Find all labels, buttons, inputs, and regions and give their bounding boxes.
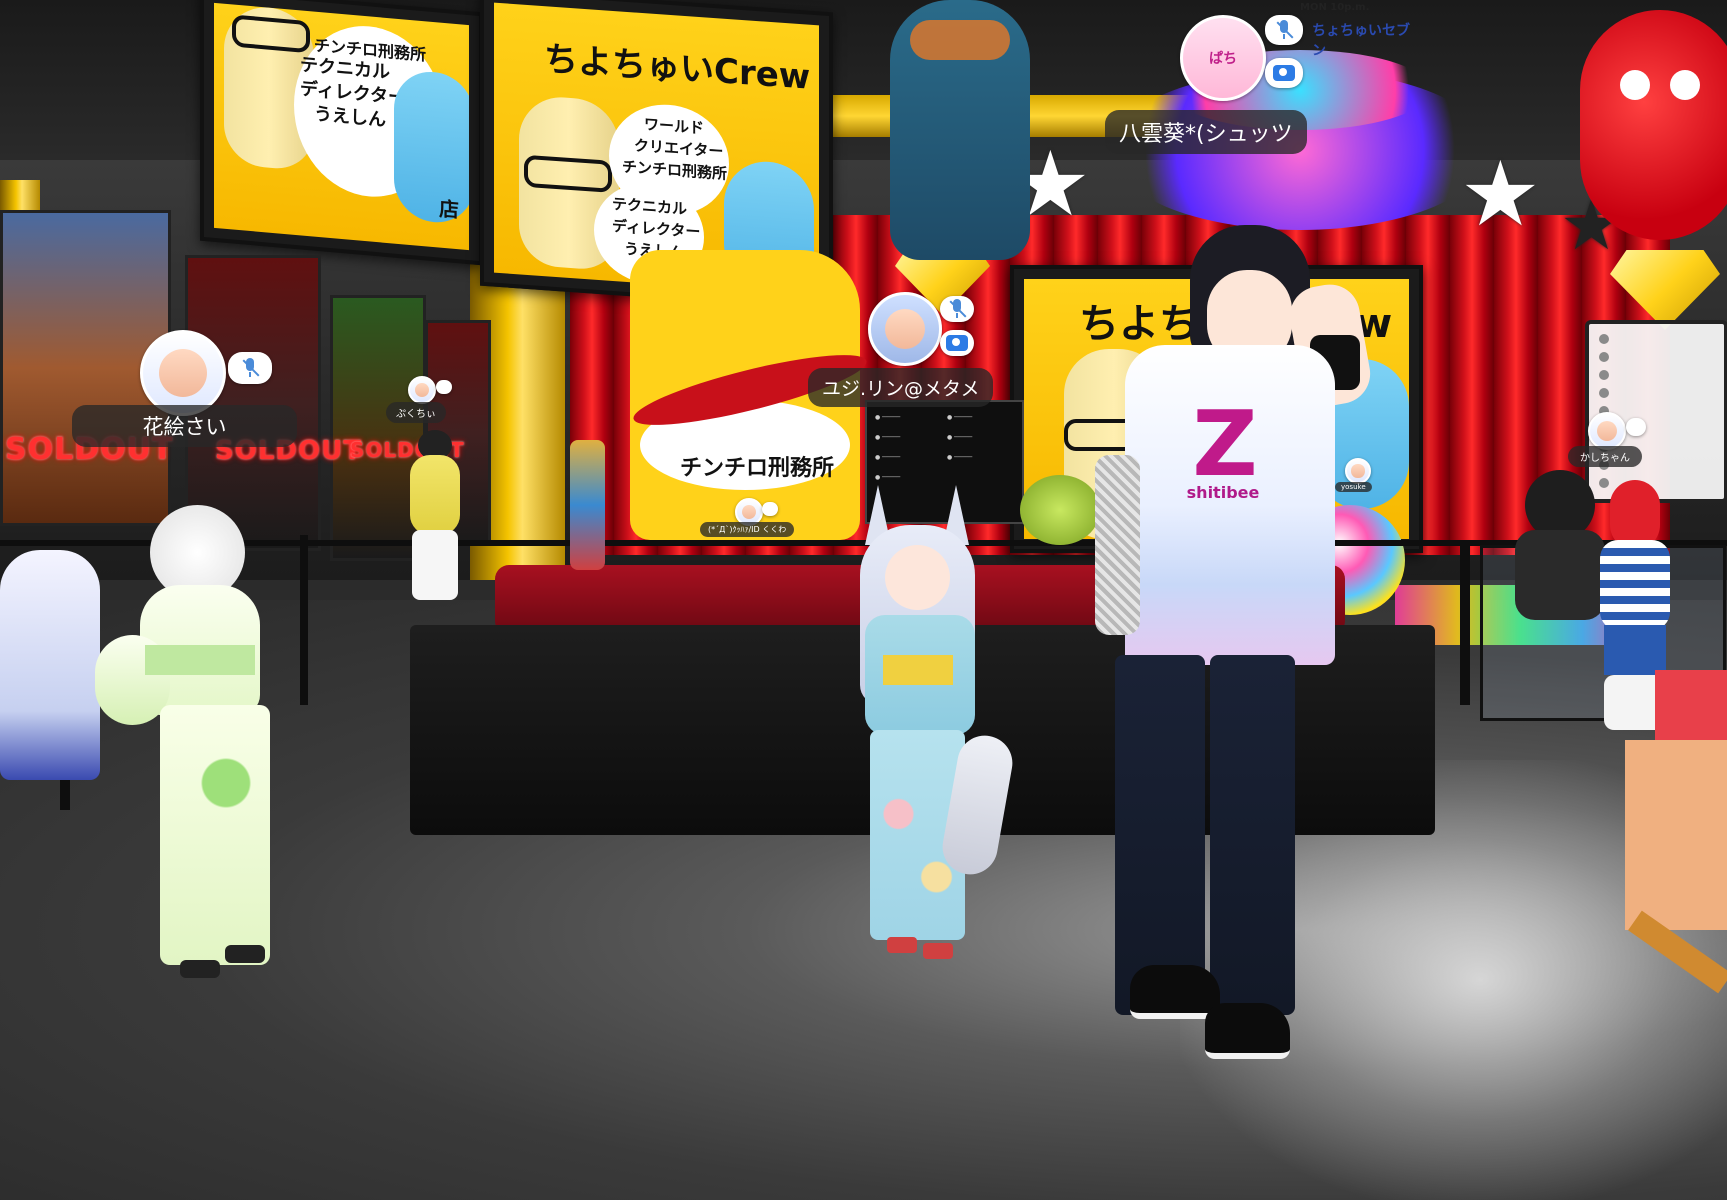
mic-muted-icon[interactable] [1265,15,1303,45]
nametag-pukuchii[interactable]: ぷくちぃ [386,402,446,423]
player-avatar-icon[interactable]: ぱち [1180,15,1266,101]
player-avatar-icon[interactable] [1345,458,1371,484]
avatar-initial: ぱち [1209,51,1237,67]
nametag-kuwa[interactable]: (*´Д`)ｸｯﾊｧ/ID くくわ [700,522,795,537]
sign-title: ちよちゅいCrew [544,39,811,98]
player-avatar-icon[interactable] [1588,412,1626,450]
mic-muted-icon[interactable] [436,380,452,394]
avatar-yakumo[interactable]: Z shitibee [1095,225,1395,1085]
world-view[interactable]: チンチロ刑務所 テクニカル ディレクター うえしん 店 ちよちゅいCrew ワー… [0,0,1727,1200]
cat-statue [890,0,1030,260]
nametag-hanae[interactable]: 花絵さい [72,405,297,447]
sign-text: ワールド [644,115,705,138]
avatar-yuji[interactable] [835,485,1017,980]
nametag-yuji[interactable]: ユジ.リン@メタメ [808,368,994,407]
player-avatar-icon[interactable] [140,330,226,416]
nametag-yakumo-avatar[interactable]: ぱち [1180,15,1266,101]
mic-muted-icon[interactable] [228,352,272,384]
avatar-blocky[interactable] [1625,670,1727,1050]
nametag-kashi[interactable]: かしちゃん [1568,446,1642,467]
nametag-yosuke[interactable]: yosuke [1335,482,1372,492]
sign-text: チンチロ刑務所 [680,456,835,481]
nametag-yakumo[interactable]: 八雲葵*(シュッツ [1105,110,1307,154]
mic-muted-icon[interactable] [762,502,778,516]
railing-post [1460,545,1470,705]
avatar-pukuchii[interactable] [400,430,470,605]
mic-muted-icon[interactable] [1626,418,1646,436]
monitor-left: チンチロ刑務所 テクニカル ディレクター うえしん 店 [200,0,483,266]
world-name-text: ちょちゅいセブン [1312,23,1410,59]
shirt-text: shitibee [1186,483,1260,502]
player-avatar-icon[interactable] [868,292,942,366]
railing-post [300,535,308,705]
sign-text: 店 [439,196,459,223]
avatar-hanae[interactable] [85,505,295,1005]
avatar-robot[interactable] [565,440,610,570]
player-avatar-icon[interactable] [408,376,436,404]
mic-muted-icon[interactable] [940,296,974,322]
camera-icon[interactable] [940,330,974,356]
camera-icon[interactable] [1265,58,1303,88]
star-decoration: ★ [1460,142,1541,247]
clock-text: MON 10p.m. [1300,2,1370,13]
shirt-logo: Z [1192,392,1258,497]
avatar-frog[interactable] [1020,475,1100,555]
tomato-mascot [1580,10,1727,240]
